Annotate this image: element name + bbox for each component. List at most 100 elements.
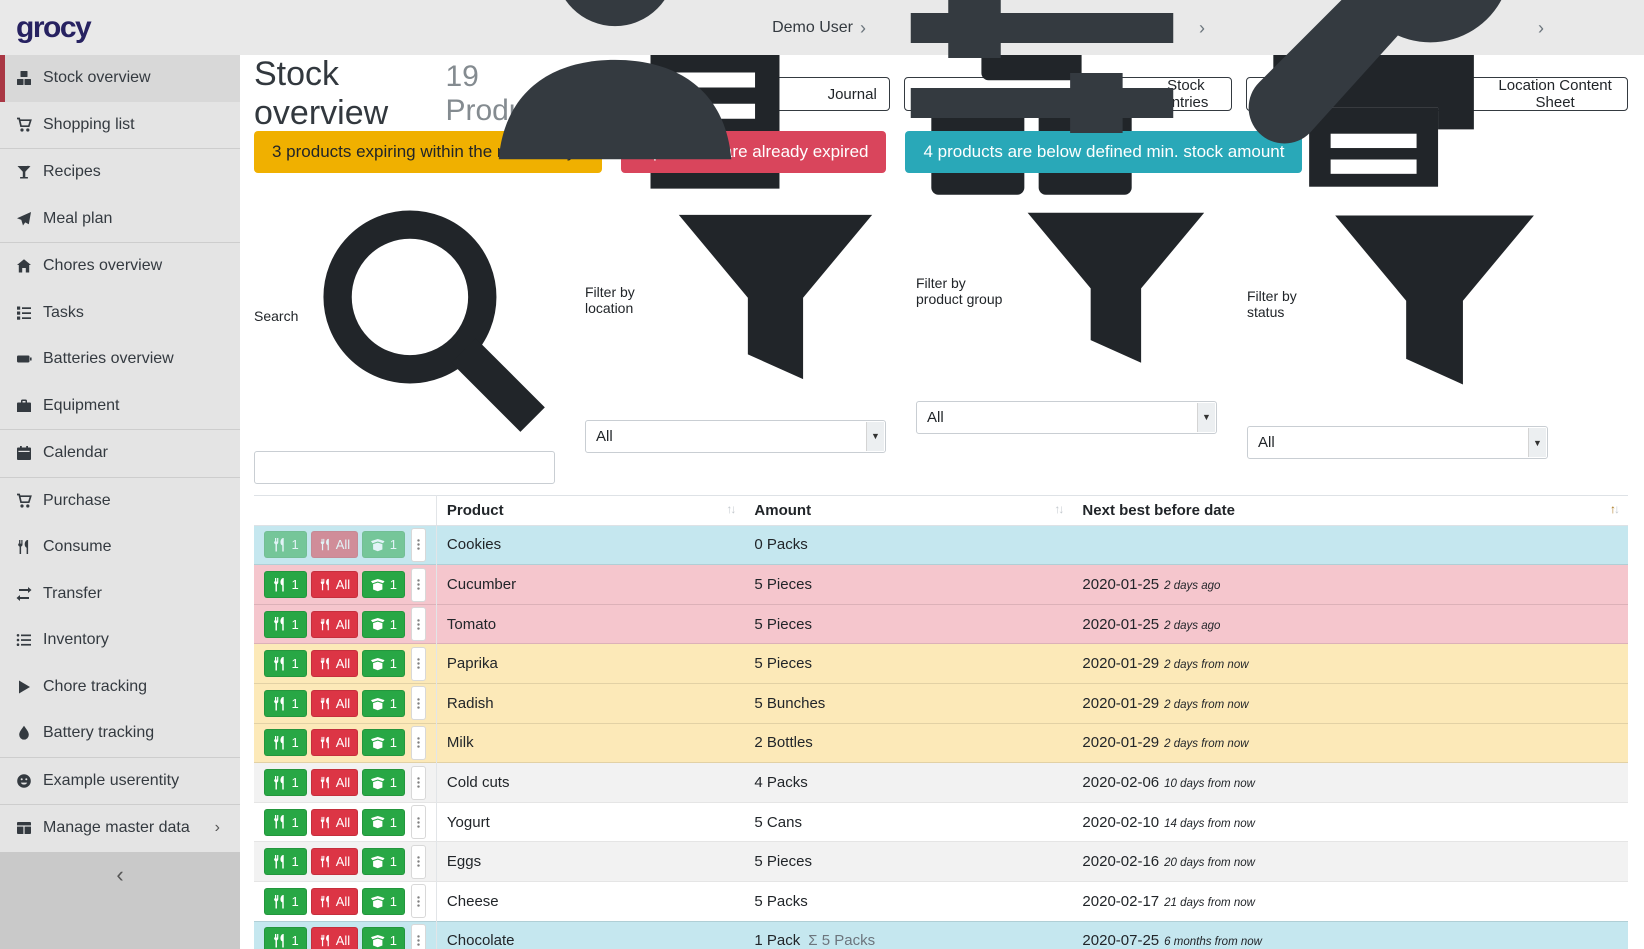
row-menu-button[interactable] xyxy=(411,607,426,641)
utensils-icon xyxy=(272,537,288,553)
consume-all-button[interactable]: All xyxy=(311,927,358,949)
consume-one-button[interactable]: 1 xyxy=(264,848,307,875)
open-one-button[interactable]: 1 xyxy=(362,729,405,756)
row-menu-button[interactable] xyxy=(411,884,426,918)
actions-column-header xyxy=(254,495,436,525)
sidebar-collapse-button[interactable]: ‹ xyxy=(0,852,240,949)
product-name: Chocolate xyxy=(436,921,744,949)
best-before-date: 2020-02-10 xyxy=(1082,814,1159,831)
sidebar-item-tasks[interactable]: Tasks xyxy=(0,290,240,337)
sidebar-item-example-userentity[interactable]: Example userentity xyxy=(0,758,240,805)
row-menu-button[interactable] xyxy=(411,726,426,760)
utensils-icon xyxy=(272,656,288,672)
sidebar-item-purchase[interactable]: Purchase xyxy=(0,478,240,525)
user-name: Demo User xyxy=(772,19,853,37)
row-menu-button[interactable] xyxy=(411,805,426,839)
product-group-select[interactable]: All ▼ xyxy=(916,401,1217,434)
utensils-icon xyxy=(272,735,288,751)
sidebar-item-batteries-overview[interactable]: Batteries overview xyxy=(0,336,240,383)
row-menu-button[interactable] xyxy=(411,568,426,602)
utensils-icon xyxy=(16,539,34,555)
row-menu-button[interactable] xyxy=(411,924,426,949)
consume-one-button[interactable]: 1 xyxy=(264,729,307,756)
sidebar-item-calendar[interactable]: Calendar xyxy=(0,430,240,477)
grocy-logo[interactable]: grocy xyxy=(16,11,90,45)
kebab-icon xyxy=(412,538,425,551)
open-one-button[interactable]: 1 xyxy=(362,809,405,836)
search-input[interactable] xyxy=(254,451,555,484)
open-one-button[interactable]: 1 xyxy=(362,531,405,558)
consume-all-button[interactable]: All xyxy=(311,888,358,915)
open-one-button[interactable]: 1 xyxy=(362,690,405,717)
sidebar-item-inventory[interactable]: Inventory xyxy=(0,617,240,664)
utensils-icon xyxy=(319,618,332,631)
open-one-button[interactable]: 1 xyxy=(362,888,405,915)
filter-bar: Search Filter by location All ▼ Filter b… xyxy=(254,190,1548,484)
consume-all-button[interactable]: All xyxy=(311,848,358,875)
row-menu-button[interactable] xyxy=(411,845,426,879)
consume-all-button[interactable]: All xyxy=(311,571,358,598)
location-select[interactable]: All ▼ xyxy=(585,420,886,453)
consume-one-button[interactable]: 1 xyxy=(264,809,307,836)
consume-one-button[interactable]: 1 xyxy=(264,531,307,558)
consume-one-button[interactable]: 1 xyxy=(264,927,307,949)
product-column-header[interactable]: Product ↑↓ xyxy=(436,495,744,525)
open-one-button[interactable]: 1 xyxy=(362,571,405,598)
consume-all-button[interactable]: All xyxy=(311,611,358,638)
row-menu-button[interactable] xyxy=(411,686,426,720)
chevron-left-icon: ‹ xyxy=(116,862,123,887)
consume-all-button[interactable]: All xyxy=(311,769,358,796)
sidebar-item-chore-tracking[interactable]: Chore tracking xyxy=(0,664,240,711)
consume-one-button[interactable]: 1 xyxy=(264,571,307,598)
consume-one-button[interactable]: 1 xyxy=(264,690,307,717)
open-one-button[interactable]: 1 xyxy=(362,927,405,949)
consume-all-button[interactable]: All xyxy=(311,531,358,558)
open-one-button[interactable]: 1 xyxy=(362,769,405,796)
consume-one-button[interactable]: 1 xyxy=(264,769,307,796)
sidebar-item-equipment[interactable]: Equipment xyxy=(0,383,240,430)
kebab-icon xyxy=(412,618,425,631)
product-name: Cookies xyxy=(436,525,744,565)
settings-menu[interactable]: › xyxy=(892,0,1205,178)
utensils-icon xyxy=(319,697,332,710)
sidebar-item-consume[interactable]: Consume xyxy=(0,524,240,571)
amount-column-header[interactable]: Amount ↑↓ xyxy=(744,495,1072,525)
open-one-button[interactable]: 1 xyxy=(362,611,405,638)
row-menu-button[interactable] xyxy=(411,528,426,562)
sidebar-item-stock-overview[interactable]: Stock overview xyxy=(0,55,240,102)
wrench-icon xyxy=(1231,0,1531,178)
box-open-icon xyxy=(370,814,386,830)
amount-value: 0 Packs xyxy=(754,536,807,553)
admin-menu[interactable]: › xyxy=(1231,0,1544,178)
sidebar-item-meal-plan[interactable]: Meal plan xyxy=(0,196,240,243)
box-open-icon xyxy=(370,656,386,672)
consume-one-button[interactable]: 1 xyxy=(264,611,307,638)
consume-all-button[interactable]: All xyxy=(311,729,358,756)
consume-all-button[interactable]: All xyxy=(311,809,358,836)
row-menu-button[interactable] xyxy=(411,647,426,681)
user-menu[interactable]: Demo User › xyxy=(465,0,866,178)
kebab-icon xyxy=(412,855,425,868)
sidebar-item-manage-master-data[interactable]: Manage master data › xyxy=(0,805,240,852)
kebab-icon xyxy=(412,697,425,710)
table-row: 1 All 1 Tomato 5 Pieces 2020-01-252 days xyxy=(254,604,1628,644)
consume-all-button[interactable]: All xyxy=(311,690,358,717)
row-menu-button[interactable] xyxy=(411,766,426,800)
consume-one-button[interactable]: 1 xyxy=(264,888,307,915)
sidebar-item-shopping-list[interactable]: Shopping list xyxy=(0,102,240,149)
utensils-icon xyxy=(272,894,288,910)
status-select[interactable]: All ▼ xyxy=(1247,426,1548,459)
best-before-date: 2020-07-25 xyxy=(1082,932,1159,949)
consume-one-button[interactable]: 1 xyxy=(264,650,307,677)
person-icon xyxy=(465,0,765,178)
sidebar-item-battery-tracking[interactable]: Battery tracking xyxy=(0,710,240,757)
sidebar-item-chores-overview[interactable]: Chores overview xyxy=(0,243,240,290)
date-column-header[interactable]: Next best before date ↑↓ xyxy=(1072,495,1628,525)
box-open-icon xyxy=(370,537,386,553)
open-one-button[interactable]: 1 xyxy=(362,848,405,875)
open-one-button[interactable]: 1 xyxy=(362,650,405,677)
table-row: 1 All 1 Cold cuts 4 Packs 2020-02-0610 d… xyxy=(254,763,1628,803)
sidebar-item-recipes[interactable]: Recipes xyxy=(0,149,240,196)
consume-all-button[interactable]: All xyxy=(311,650,358,677)
sidebar-item-transfer[interactable]: Transfer xyxy=(0,571,240,618)
